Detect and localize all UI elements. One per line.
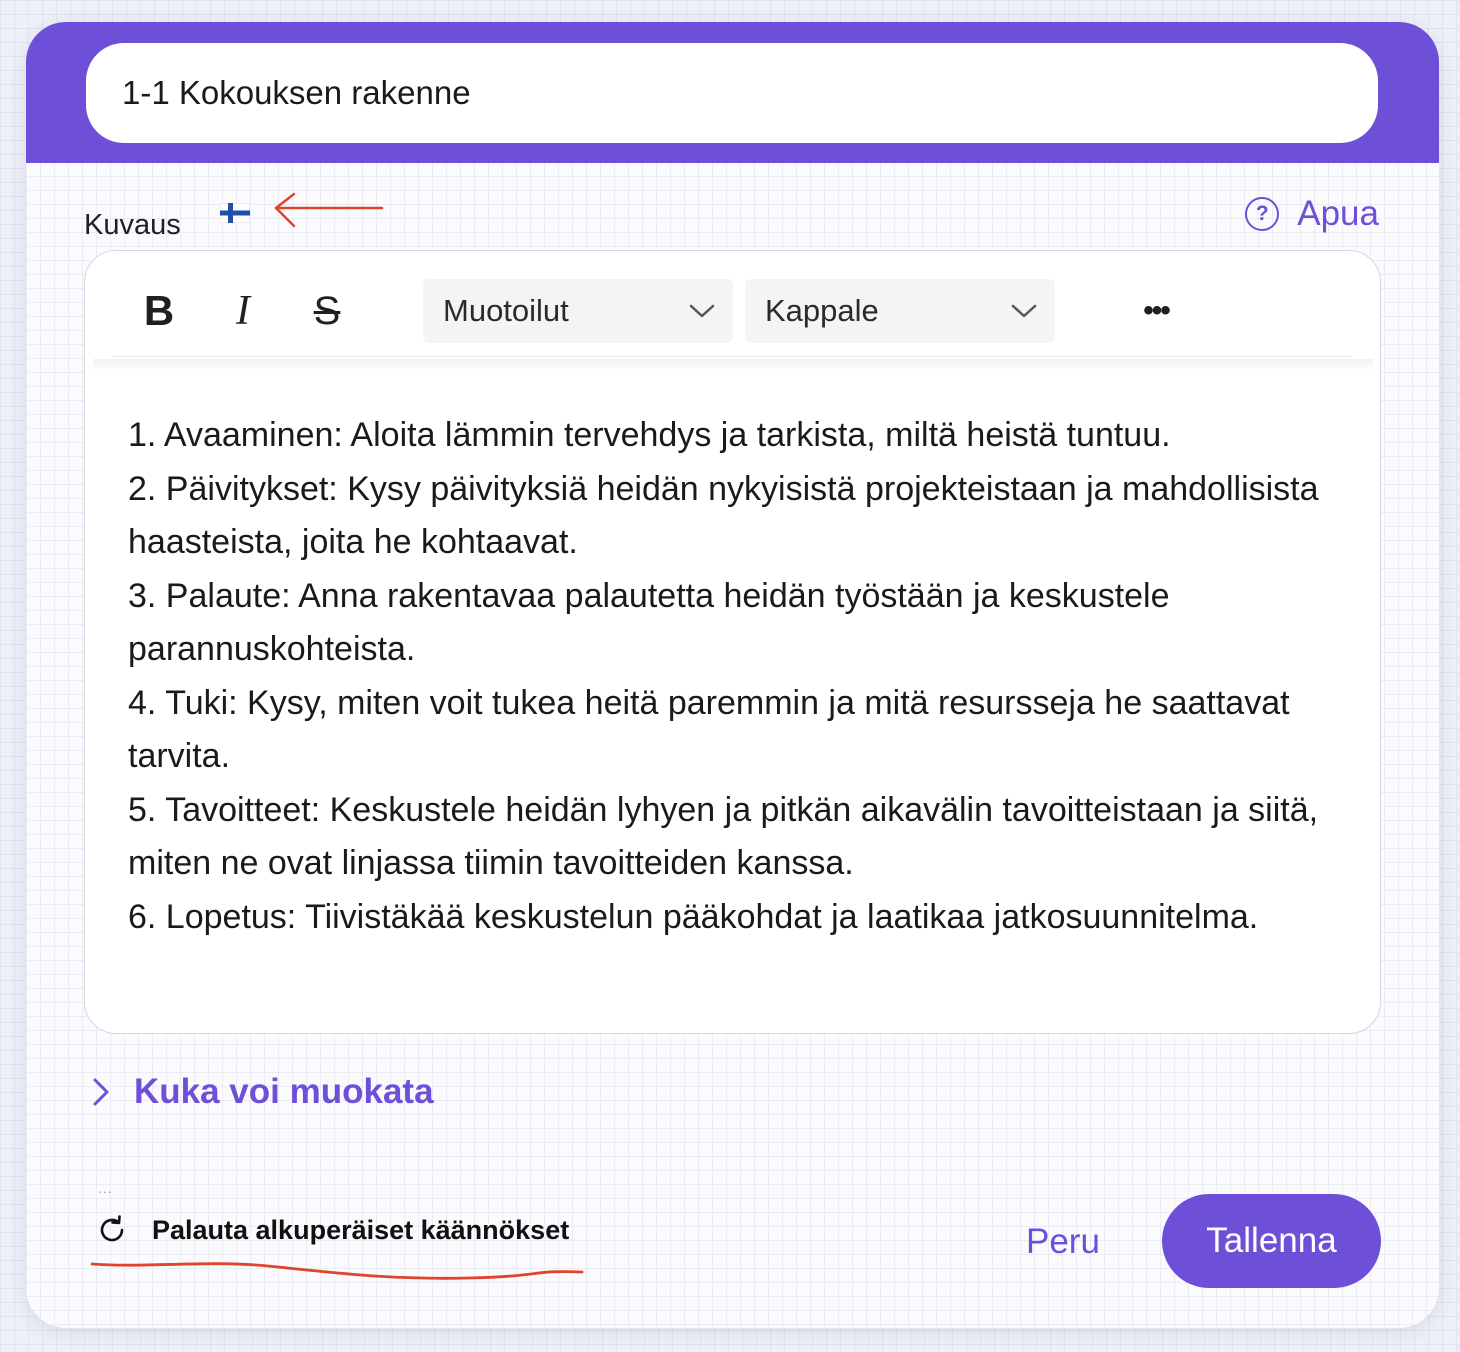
who-can-edit-label: Kuka voi muokata	[134, 1072, 434, 1111]
block-format-dropdown[interactable]: Kappale	[745, 279, 1055, 343]
editor-content[interactable]: 1. Avaaminen: Aloita lämmin tervehdys ja…	[128, 409, 1348, 944]
content-line: 6. Lopetus: Tiivistäkää keskustelun pääk…	[128, 897, 1259, 936]
content-line: 2. Päivitykset: Kysy päivityksiä heidän …	[128, 469, 1319, 562]
content-line: 1. Avaaminen: Aloita lämmin tervehdys ja…	[128, 416, 1171, 454]
formats-dropdown[interactable]: Muotoilut	[423, 279, 733, 343]
formats-label: Muotoilut	[443, 293, 569, 328]
content-line: 4. Tuki: Kysy, miten voit tukea heitä pa…	[128, 683, 1290, 776]
question-circle-icon: ?	[1245, 197, 1280, 231]
ellipsis-indicator: ...	[98, 1180, 113, 1196]
rich-text-editor: B I S Muotoilut Kappale ••• 1. Avaaminen…	[84, 250, 1381, 1034]
editor-toolbar: B I S Muotoilut Kappale •••	[113, 279, 1353, 357]
refresh-icon	[100, 1215, 124, 1242]
bold-button[interactable]: B	[133, 279, 185, 343]
toolbar-divider	[93, 359, 1373, 371]
card-header	[26, 22, 1439, 163]
chevron-down-icon	[689, 304, 715, 318]
help-label: Apua	[1297, 194, 1379, 233]
finland-flag-icon[interactable]	[220, 203, 250, 223]
chevron-right-icon	[93, 1078, 109, 1106]
template-editor-card: Kuvaus ? Apua B I S Muotoilut Kappale	[26, 22, 1439, 1328]
annotation-underline	[90, 1262, 584, 1280]
cancel-button[interactable]: Peru	[1026, 1217, 1100, 1267]
chevron-down-icon	[1011, 304, 1037, 318]
content-line: 3. Palaute: Anna rakentavaa palautetta h…	[128, 576, 1170, 669]
strikethrough-button[interactable]: S	[299, 279, 355, 343]
more-options-button[interactable]: •••	[1131, 279, 1181, 343]
title-input[interactable]	[86, 43, 1378, 143]
content-line: 5. Tavoitteet: Keskustele heidän lyhyen …	[128, 790, 1319, 883]
restore-translations-button[interactable]: Palauta alkuperäiset käännökset	[96, 1214, 569, 1246]
annotation-arrow	[274, 192, 384, 228]
help-link[interactable]: ? Apua	[1245, 194, 1379, 234]
who-can-edit-toggle[interactable]: Kuka voi muokata	[90, 1072, 434, 1112]
restore-translations-label: Palauta alkuperäiset käännökset	[152, 1214, 570, 1245]
italic-button[interactable]: I	[217, 279, 269, 343]
save-button[interactable]: Tallenna	[1162, 1194, 1381, 1288]
block-format-label: Kappale	[765, 293, 879, 328]
description-label: Kuvaus	[84, 209, 181, 241]
